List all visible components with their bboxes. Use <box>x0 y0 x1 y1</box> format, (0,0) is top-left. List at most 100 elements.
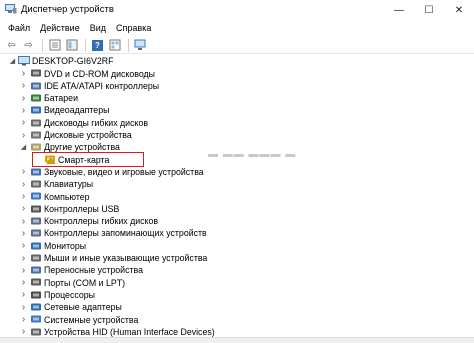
tree-root[interactable]: ◢ DESKTOP-GI6V2RF <box>0 55 474 68</box>
tree-view-icon <box>66 39 77 51</box>
status-bar <box>0 337 474 343</box>
expand-icon[interactable]: › <box>19 203 28 214</box>
tree-category-item[interactable]: › Переносные устройства <box>0 264 474 277</box>
expand-icon[interactable]: › <box>19 289 28 300</box>
floppy-drive-icon <box>31 119 41 126</box>
tree-category-item[interactable]: › Сетевые адаптеры <box>0 301 474 314</box>
tree-item-label: Мониторы <box>44 240 87 251</box>
collapse-icon[interactable]: ◢ <box>8 57 17 66</box>
computer-icon <box>18 56 30 66</box>
system-device-icon <box>31 315 41 323</box>
window-title: Диспетчер устройств <box>21 4 114 15</box>
expand-icon[interactable]: › <box>19 68 28 79</box>
minimize-button[interactable]: — <box>384 0 414 20</box>
expand-icon[interactable]: › <box>19 314 28 325</box>
expand-icon[interactable]: › <box>19 216 28 227</box>
computer-icon <box>31 192 41 200</box>
tree-category-item[interactable]: › Компьютер <box>0 190 474 203</box>
tree-category-item[interactable]: › Контроллеры запоминающих устройств <box>0 227 474 240</box>
storage-controller-icon <box>31 229 41 237</box>
tree-category-item[interactable]: › Порты (COM и LPT) <box>0 276 474 289</box>
expand-icon[interactable]: › <box>19 179 28 190</box>
tree-item-label: Переносные устройства <box>44 265 143 276</box>
watermark: ▬ ▬▬ ▬▬▬ ▬ <box>208 149 297 160</box>
expand-icon[interactable]: › <box>19 130 28 141</box>
tree-category-item[interactable]: › DVD и CD-ROM дисководы <box>0 67 474 80</box>
collapse-icon[interactable]: ◢ <box>19 143 28 152</box>
menu-help[interactable]: Справка <box>111 23 156 33</box>
properties-icon <box>49 39 60 51</box>
toolbar-separator <box>85 38 86 52</box>
tree-item-label: Мыши и иные указывающие устройства <box>44 253 208 264</box>
disk-drive-icon <box>31 131 41 139</box>
tree-item-label: Системные устройства <box>44 314 139 325</box>
view-button[interactable] <box>107 38 122 52</box>
toolbar-separator <box>128 38 129 52</box>
expand-icon[interactable]: › <box>19 105 28 116</box>
monitor-icon <box>31 242 41 249</box>
hid-icon <box>31 328 41 336</box>
tree-item-label: DVD и CD-ROM дисководы <box>44 68 155 79</box>
tree-category-item[interactable]: › Видеоадаптеры <box>0 104 474 117</box>
expand-icon[interactable]: › <box>19 191 28 202</box>
expand-icon[interactable]: › <box>19 277 28 288</box>
tree-category-item[interactable]: › Дисководы гибких дисков <box>0 117 474 130</box>
portable-device-icon <box>31 266 41 274</box>
expand-icon[interactable]: › <box>19 166 28 177</box>
forward-button[interactable]: ⇨ <box>21 38 36 52</box>
tree-item-label: Устройства HID (Human Interface Devices) <box>44 326 215 337</box>
tree-category-item[interactable]: › Батареи <box>0 92 474 105</box>
expand-icon[interactable]: › <box>19 253 28 264</box>
tree-category-item[interactable]: › Процессоры <box>0 289 474 302</box>
tree-category-item[interactable]: › Системные устройства <box>0 313 474 326</box>
tree-category-item[interactable]: › Контроллеры гибких дисков <box>0 215 474 228</box>
tree-item-label: Дисковые устройства <box>44 130 132 141</box>
battery-icon <box>31 94 41 102</box>
back-arrow-icon: ⇦ <box>7 39 16 51</box>
network-adapter-icon <box>31 303 41 311</box>
expand-icon[interactable]: › <box>19 80 28 91</box>
expand-icon[interactable]: › <box>19 117 28 128</box>
tree-item-label: Контроллеры гибких дисков <box>44 216 159 227</box>
show-hide-tree-button[interactable] <box>64 38 79 52</box>
floppy-controller-icon <box>31 217 41 225</box>
scan-hardware-button[interactable] <box>133 38 148 52</box>
tree-category-item[interactable]: › Звуковые, видео и игровые устройства <box>0 166 474 179</box>
tree-item-label: Контроллеры USB <box>44 203 120 214</box>
help-button[interactable]: ? <box>90 38 105 52</box>
tree-category-item[interactable]: › Мониторы <box>0 240 474 253</box>
tree-category-item[interactable]: › Дисковые устройства <box>0 129 474 142</box>
mouse-icon <box>31 254 41 262</box>
menu-file[interactable]: Файл <box>3 23 35 33</box>
tree-item-label: Порты (COM и LPT) <box>44 277 126 288</box>
expand-icon[interactable]: › <box>19 326 28 337</box>
menu-view[interactable]: Вид <box>85 23 111 33</box>
title-bar: Диспетчер устройств — ☐ ✕ <box>0 0 474 20</box>
expand-icon[interactable]: › <box>19 302 28 313</box>
usb-controller-icon <box>31 205 41 213</box>
tree-item-label: Другие устройства <box>44 142 120 153</box>
tree-item-label: Видеоадаптеры <box>44 105 110 116</box>
properties-button[interactable] <box>47 38 62 52</box>
keyboard-icon <box>31 180 41 188</box>
expand-icon[interactable]: › <box>19 228 28 239</box>
dvd-drive-icon <box>31 69 41 77</box>
expand-icon[interactable]: › <box>19 265 28 276</box>
other-devices-icon <box>31 143 41 151</box>
expand-icon[interactable]: › <box>19 93 28 104</box>
ide-controller-icon <box>31 82 41 90</box>
tree-category-item[interactable]: › Клавиатуры <box>0 178 474 191</box>
expand-icon[interactable]: › <box>19 240 28 251</box>
maximize-button[interactable]: ☐ <box>414 0 444 20</box>
back-button[interactable]: ⇦ <box>4 38 19 52</box>
tree-category-item[interactable]: › Мыши и иные указывающие устройства <box>0 252 474 265</box>
sound-icon <box>31 168 41 176</box>
toolbar-separator <box>42 38 43 52</box>
tree-category-item[interactable]: › IDE ATA/ATAPI контроллеры <box>0 80 474 93</box>
tree-item-label: IDE ATA/ATAPI контроллеры <box>44 80 160 91</box>
menu-bar: Файл Действие Вид Справка <box>0 20 474 36</box>
close-button[interactable]: ✕ <box>444 0 474 20</box>
menu-action[interactable]: Действие <box>35 23 85 33</box>
device-tree: ◢ DESKTOP-GI6V2RF › DVD и CD-ROM дисковод… <box>0 55 474 343</box>
tree-category-item[interactable]: › Контроллеры USB <box>0 203 474 216</box>
